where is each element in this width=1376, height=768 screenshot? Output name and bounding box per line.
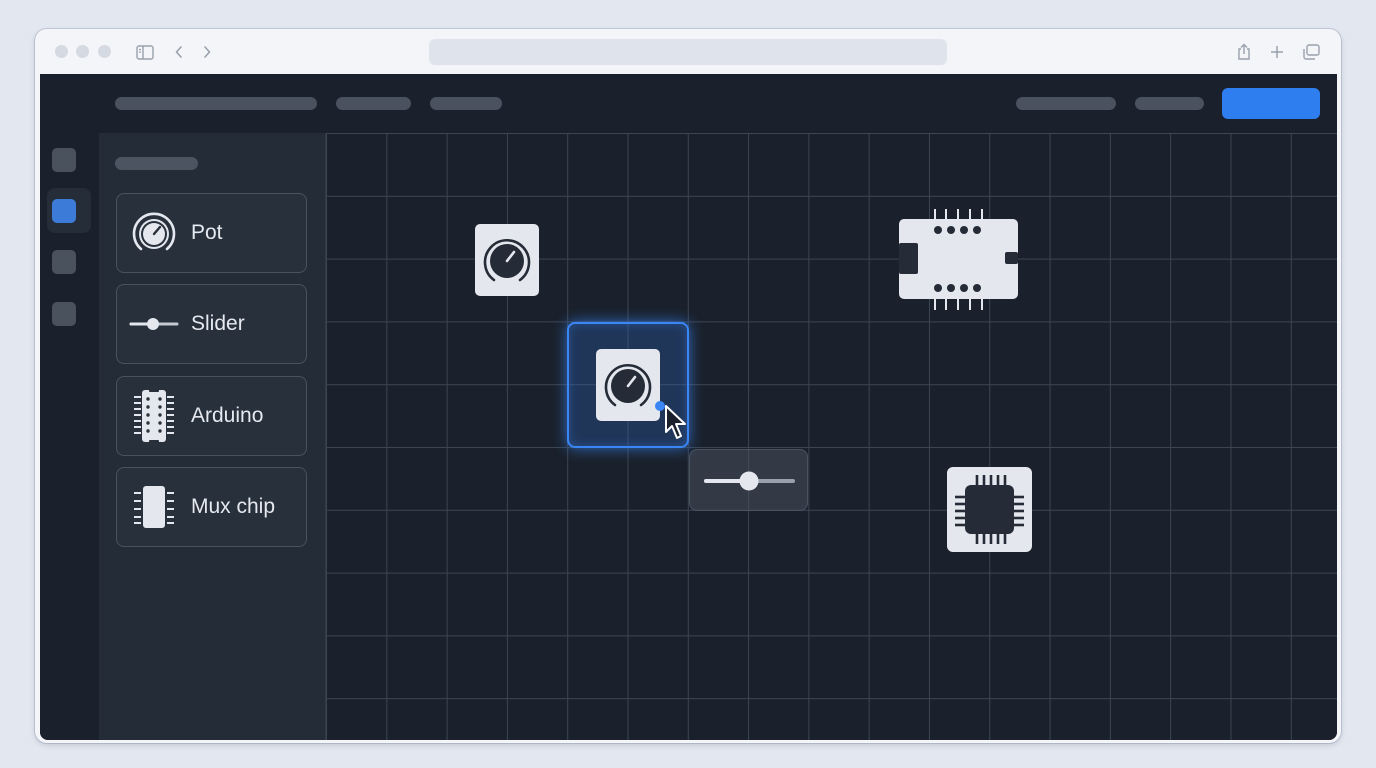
palette-item-arduino[interactable]: Arduino xyxy=(116,376,307,456)
palette-item-mux-chip[interactable]: Mux chip xyxy=(116,467,307,547)
topbar-action-1[interactable] xyxy=(1016,97,1116,110)
palette-item-label: Arduino xyxy=(191,404,264,427)
schematic-canvas[interactable] xyxy=(326,133,1337,740)
share-icon[interactable] xyxy=(1233,41,1255,63)
slider-icon xyxy=(117,284,191,364)
component-palette: Pot Slider Arduino Mux chip xyxy=(99,133,326,740)
arduino-board-icon xyxy=(899,209,1018,310)
menu-item-2[interactable] xyxy=(430,97,502,110)
rail-item-4[interactable] xyxy=(52,302,76,326)
rail-item-2[interactable] xyxy=(52,199,76,223)
address-bar[interactable] xyxy=(429,39,947,65)
browser-window: Pot Slider Arduino Mux chip xyxy=(35,29,1341,743)
canvas-component-mux-chip[interactable] xyxy=(947,467,1032,552)
window-zoom-dot[interactable] xyxy=(98,45,111,58)
window-close-dot[interactable] xyxy=(55,45,68,58)
arrow-cursor-icon xyxy=(663,404,693,447)
palette-item-label: Mux chip xyxy=(191,495,276,518)
window-minimize-dot[interactable] xyxy=(76,45,89,58)
palette-item-label: Pot xyxy=(191,221,223,244)
canvas-component-potentiometer[interactable] xyxy=(475,224,539,296)
new-tab-icon[interactable] xyxy=(1266,41,1288,63)
rail-item-1[interactable] xyxy=(52,148,76,172)
app-topbar xyxy=(40,74,1337,133)
canvas-component-slider-dragging[interactable] xyxy=(689,449,808,511)
rail-item-3[interactable] xyxy=(52,250,76,274)
menu-item-1[interactable] xyxy=(336,97,411,110)
primary-action-button[interactable] xyxy=(1222,88,1320,119)
palette-heading-placeholder xyxy=(115,157,198,170)
mux-chip-icon xyxy=(117,467,191,547)
slider-icon xyxy=(704,471,795,491)
potentiometer-icon xyxy=(117,193,191,273)
forward-icon[interactable] xyxy=(196,41,218,63)
palette-item-slider[interactable]: Slider xyxy=(116,284,307,364)
app-title-placeholder xyxy=(115,97,317,110)
palette-item-pot[interactable]: Pot xyxy=(116,193,307,273)
editor-app: Pot Slider Arduino Mux chip xyxy=(40,74,1337,740)
mux-chip-icon xyxy=(955,475,1024,544)
topbar-action-2[interactable] xyxy=(1135,97,1204,110)
back-icon[interactable] xyxy=(168,41,190,63)
left-rail xyxy=(40,133,99,740)
sidebar-toggle-icon[interactable] xyxy=(134,41,156,63)
canvas-component-arduino[interactable] xyxy=(898,208,1020,312)
browser-toolbar xyxy=(35,29,1341,74)
potentiometer-icon xyxy=(604,364,652,407)
arduino-board-icon xyxy=(117,376,191,456)
canvas-component-potentiometer-selected[interactable] xyxy=(596,349,660,421)
palette-item-label: Slider xyxy=(191,312,245,335)
potentiometer-icon xyxy=(483,239,531,282)
tabs-overview-icon[interactable] xyxy=(1300,41,1322,63)
